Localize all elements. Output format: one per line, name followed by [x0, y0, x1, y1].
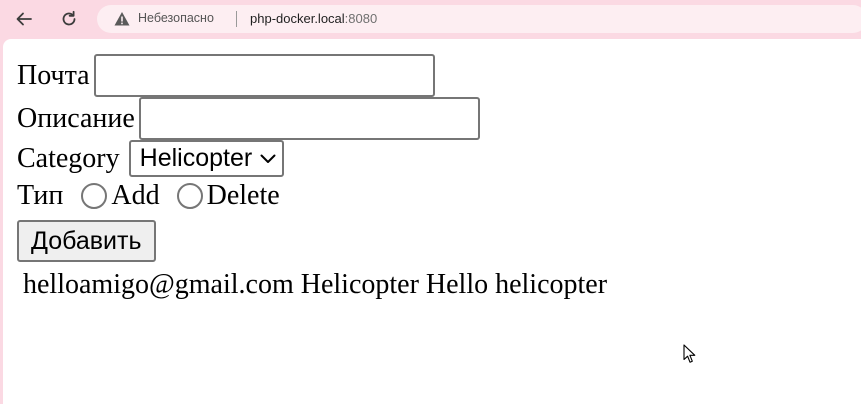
warning-triangle-icon[interactable] [114, 11, 130, 27]
type-option-add-label[interactable]: Add [111, 182, 159, 210]
category-row: Category Helicopter [17, 140, 285, 177]
security-status-label[interactable]: Небезопасно [138, 11, 214, 25]
address-bar[interactable]: Небезопасно php-docker.local:8080 [97, 5, 861, 33]
address-divider [236, 11, 237, 27]
result-entry: helloamigo@gmail.com Helicopter Hello he… [23, 269, 608, 300]
back-button[interactable] [9, 4, 39, 34]
type-row: Тип Add Delete [17, 182, 280, 210]
add-button[interactable]: Добавить [17, 220, 156, 262]
category-select[interactable]: Helicopter [128, 140, 285, 177]
url-host: php-docker.local [250, 11, 345, 26]
arrow-left-icon [16, 12, 32, 26]
reload-icon [62, 10, 76, 26]
email-input[interactable] [93, 54, 435, 97]
category-selected-value: Helicopter [139, 144, 253, 172]
submit-row: Добавить [17, 220, 156, 262]
email-label: Почта [17, 59, 90, 91]
description-input[interactable] [138, 97, 480, 140]
type-radio-delete[interactable] [176, 183, 203, 209]
type-radio-add[interactable] [81, 183, 108, 209]
url-port: :8080 [344, 11, 378, 26]
type-label: Тип [17, 180, 64, 211]
email-row: Почта [17, 54, 435, 97]
description-row: Описание [17, 97, 480, 140]
category-label: Category [17, 142, 120, 174]
chevron-down-icon [260, 154, 276, 163]
mouse-pointer-icon [683, 344, 696, 363]
page-content: Почта Описание Category Helicopter Тип A… [3, 39, 861, 404]
reload-button[interactable] [54, 4, 84, 34]
url-text[interactable]: php-docker.local:8080 [250, 11, 377, 26]
description-label: Описание [17, 102, 135, 134]
type-option-delete-label[interactable]: Delete [207, 182, 280, 210]
browser-toolbar: Небезопасно php-docker.local:8080 [0, 0, 861, 38]
